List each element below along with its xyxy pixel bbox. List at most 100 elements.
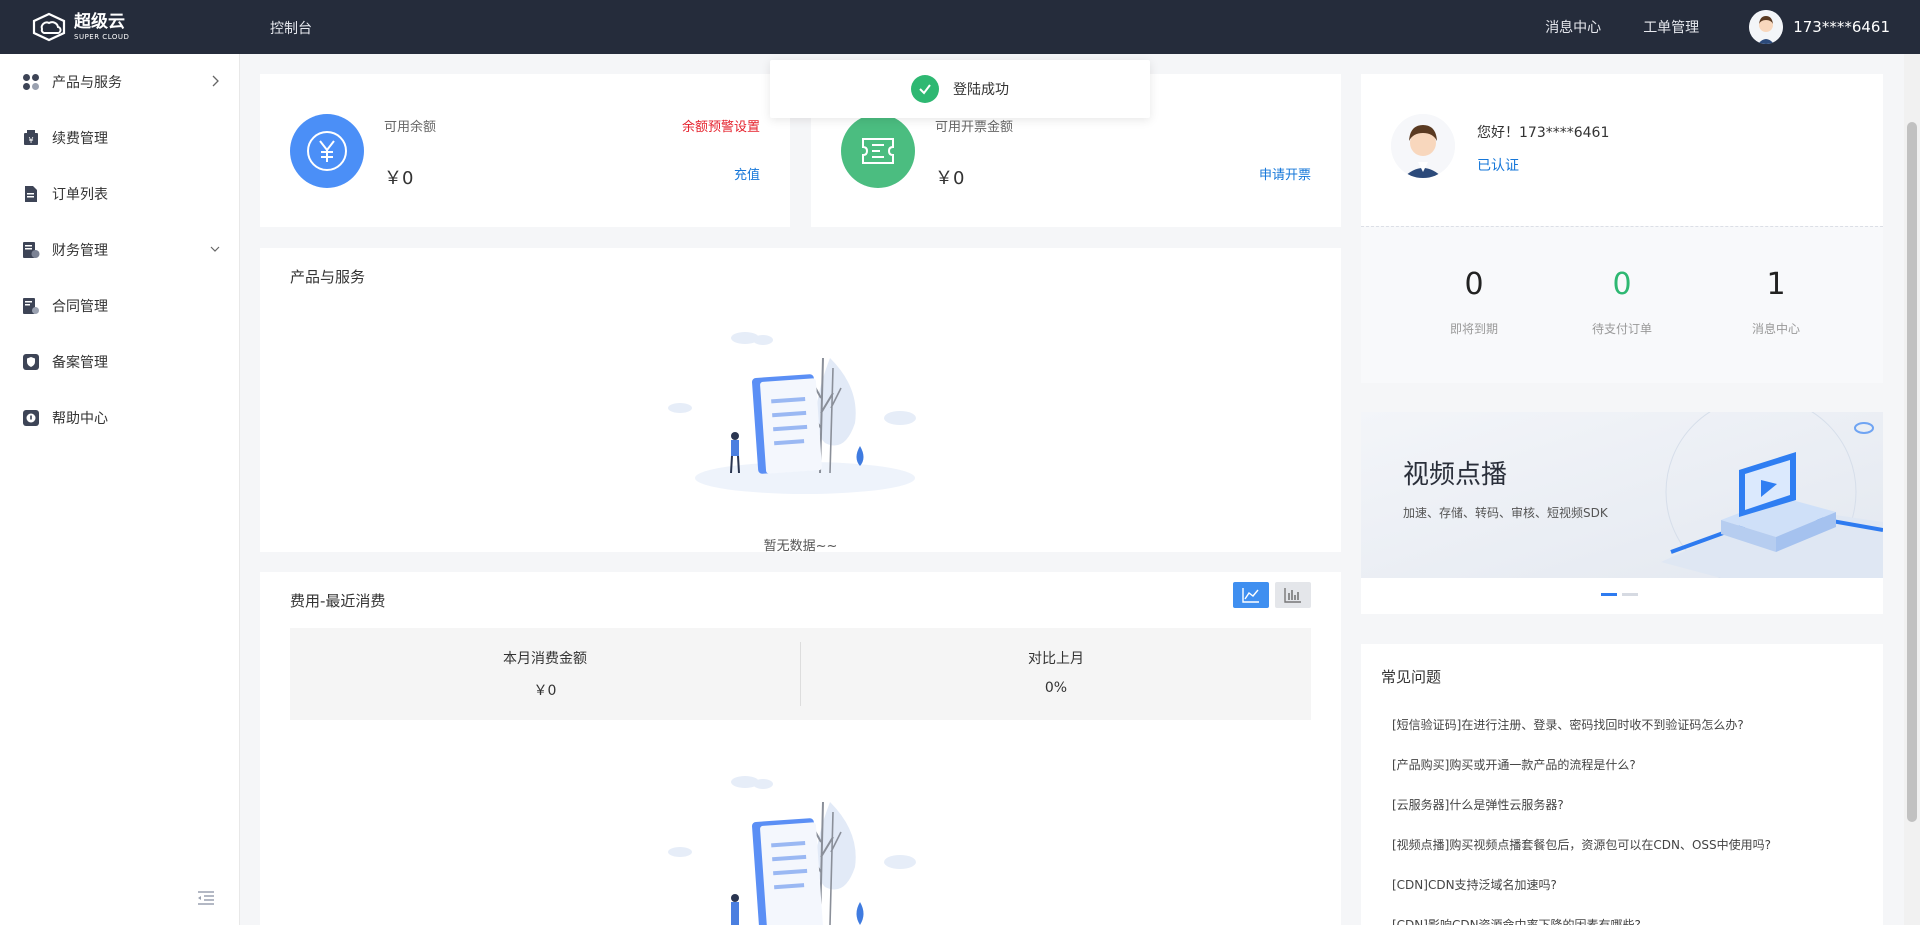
faq-item[interactable]: [CDN]影响CDN资源命中率下降的因素有哪些? (1392, 916, 1641, 925)
sidebar-item-label: 续费管理 (52, 131, 108, 147)
costs-card: 费用-最近消费 本月消费金额 ￥0 对比上月 0% (260, 572, 1341, 925)
sidebar-item-label: 备案管理 (52, 355, 108, 371)
logo[interactable]: 超级云 SUPER CLOUD (30, 12, 129, 42)
balance-label: 可用余额 (384, 120, 437, 135)
stat-messages[interactable]: 1 消息中心 (1701, 267, 1851, 337)
stat-label: 消息中心 (1751, 322, 1800, 336)
faq-item[interactable]: [CDN]CDN支持泛域名加速吗? (1392, 876, 1557, 893)
promo-banner[interactable]: 视频点播 加速、存储、转码、审核、短视频SDK (1361, 412, 1883, 578)
sidebar-item-products[interactable]: 产品与服务 (0, 54, 240, 110)
empty-chart-illustration (668, 776, 916, 925)
renew-icon: ¥ (24, 130, 38, 145)
stat-value: 0 (1464, 267, 1484, 302)
products-card: 产品与服务 暂无数据~~ (260, 248, 1341, 554)
cloud-logo-icon (32, 12, 66, 42)
carousel-dot[interactable] (1622, 593, 1638, 596)
messages-link[interactable]: 消息中心 (1545, 17, 1601, 37)
bar-chart-icon (1284, 588, 1301, 603)
help-icon (23, 410, 39, 426)
sidebar-item-help[interactable]: 帮助中心 (0, 390, 240, 446)
apply-invoice-link[interactable]: 申请开票 (1259, 164, 1311, 183)
profile-avatar (1391, 114, 1455, 178)
invoice-amount: ￥0 (935, 168, 965, 189)
logo-name: 超级云 (74, 11, 125, 32)
bar-chart-toggle[interactable] (1275, 582, 1311, 608)
stat-value: 1 (1766, 267, 1786, 302)
stat-expiring[interactable]: 0 即将到期 (1399, 267, 1549, 337)
balance-card: 可用余额 余额预警设置 ￥0 充值 (260, 74, 790, 227)
cost-summary-panel: 本月消费金额 ￥0 对比上月 0% (290, 628, 1311, 720)
sidebar-item-contracts[interactable]: 合同管理 (0, 278, 240, 334)
sidebar-item-label: 产品与服务 (52, 75, 122, 91)
banner-subtitle: 加速、存储、转码、审核、短视频SDK (1403, 506, 1608, 520)
invoice-icon-circle (841, 114, 915, 188)
sidebar-item-label: 订单列表 (52, 187, 108, 203)
faq-card: 常见问题 [短信验证码]在进行注册、登录、密码找回时收不到验证码怎么办? [产品… (1361, 644, 1883, 925)
empty-state-text: 暂无数据~~ (763, 539, 838, 554)
sidebar-item-label: 合同管理 (52, 299, 108, 315)
svg-text:¥: ¥ (28, 136, 33, 145)
stat-label: 即将到期 (1449, 322, 1498, 336)
balance-warning-link[interactable]: 余额预警设置 (682, 116, 760, 135)
recharge-link[interactable]: 充值 (734, 164, 760, 183)
month-cost-label: 本月消费金额 (503, 651, 587, 667)
finance-icon (23, 242, 40, 258)
document-icon (25, 186, 37, 202)
invoice-label: 可用开票金额 (935, 120, 1014, 135)
profile-card: 您好！173****6461 已认证 0 即将到期 0 待支付订单 1 消息中心 (1361, 74, 1883, 383)
banner-illustration (1361, 412, 1883, 578)
faq-item[interactable]: [短信验证码]在进行注册、登录、密码找回时收不到验证码怎么办? (1392, 716, 1744, 733)
sidebar-item-orders[interactable]: 订单列表 (0, 166, 240, 222)
chevron-down-icon (210, 246, 220, 252)
contract-icon (23, 298, 39, 314)
faq-item[interactable]: [云服务器]什么是弹性云服务器? (1392, 796, 1564, 813)
compare-block: 对比上月 0% (801, 648, 1311, 696)
user-phone: 173****6461 (1793, 18, 1890, 36)
top-bar: 超级云 SUPER CLOUD 控制台 消息中心 工单管理 173****646… (0, 0, 1920, 54)
scrollbar-thumb[interactable] (1907, 122, 1917, 822)
greeting-text: 您好！173****6461 (1477, 125, 1610, 141)
shield-icon (23, 354, 39, 370)
scrollbar-track[interactable] (1904, 54, 1920, 925)
sidebar-item-label: 财务管理 (52, 243, 108, 259)
user-avatar-icon (1391, 114, 1455, 178)
user-menu[interactable]: 173****6461 (1749, 10, 1890, 44)
logo-subtitle: SUPER CLOUD (74, 32, 130, 41)
compare-value: 0% (1044, 680, 1068, 696)
stat-label: 待支付订单 (1591, 322, 1652, 336)
tickets-link[interactable]: 工单管理 (1643, 17, 1699, 37)
promo-banner-card: 视频点播 加速、存储、转码、审核、短视频SDK (1361, 412, 1883, 614)
toast-message: 登陆成功 (953, 82, 1009, 98)
chevron-right-icon (212, 75, 219, 87)
stat-pending-orders[interactable]: 0 待支付订单 (1547, 267, 1697, 337)
month-cost-value: ￥0 (533, 683, 557, 699)
collapse-menu-icon[interactable] (195, 887, 217, 909)
sidebar-item-filing[interactable]: 备案管理 (0, 334, 240, 390)
empty-state-illustration (668, 332, 916, 494)
balance-icon-circle (290, 114, 364, 188)
user-avatar-icon (1749, 10, 1784, 44)
check-circle-icon (911, 75, 939, 103)
sidebar-item-renewal[interactable]: ¥ 续费管理 (0, 110, 240, 166)
balance-amount: ￥0 (384, 168, 414, 189)
verified-badge[interactable]: 已认证 (1477, 155, 1519, 175)
grid-icon (23, 74, 39, 90)
sidebar-item-finance[interactable]: 财务管理 (0, 222, 240, 278)
console-link[interactable]: 控制台 (270, 18, 312, 38)
compare-label: 对比上月 (1028, 651, 1084, 667)
avatar (1749, 10, 1784, 44)
stat-value: 0 (1612, 267, 1632, 302)
line-chart-icon (1242, 588, 1259, 603)
carousel-dot-active[interactable] (1601, 593, 1617, 596)
products-title: 产品与服务 (290, 268, 366, 286)
yuan-icon (307, 131, 347, 171)
faq-item[interactable]: [产品购买]购买或开通一款产品的流程是什么? (1392, 756, 1636, 773)
line-chart-toggle[interactable] (1233, 582, 1269, 608)
sidebar: 产品与服务 ¥ 续费管理 订单列表 财务管理 合同管理 备案管理 帮助中心 (0, 54, 240, 925)
faq-title: 常见问题 (1381, 668, 1442, 686)
sidebar-item-label: 帮助中心 (52, 411, 108, 427)
banner-title: 视频点播 (1403, 460, 1508, 490)
ticket-icon (862, 138, 894, 164)
faq-item[interactable]: [视频点播]购买视频点播套餐包后，资源包可以在CDN、OSS中使用吗? (1392, 836, 1771, 853)
month-cost-block: 本月消费金额 ￥0 (290, 648, 800, 700)
